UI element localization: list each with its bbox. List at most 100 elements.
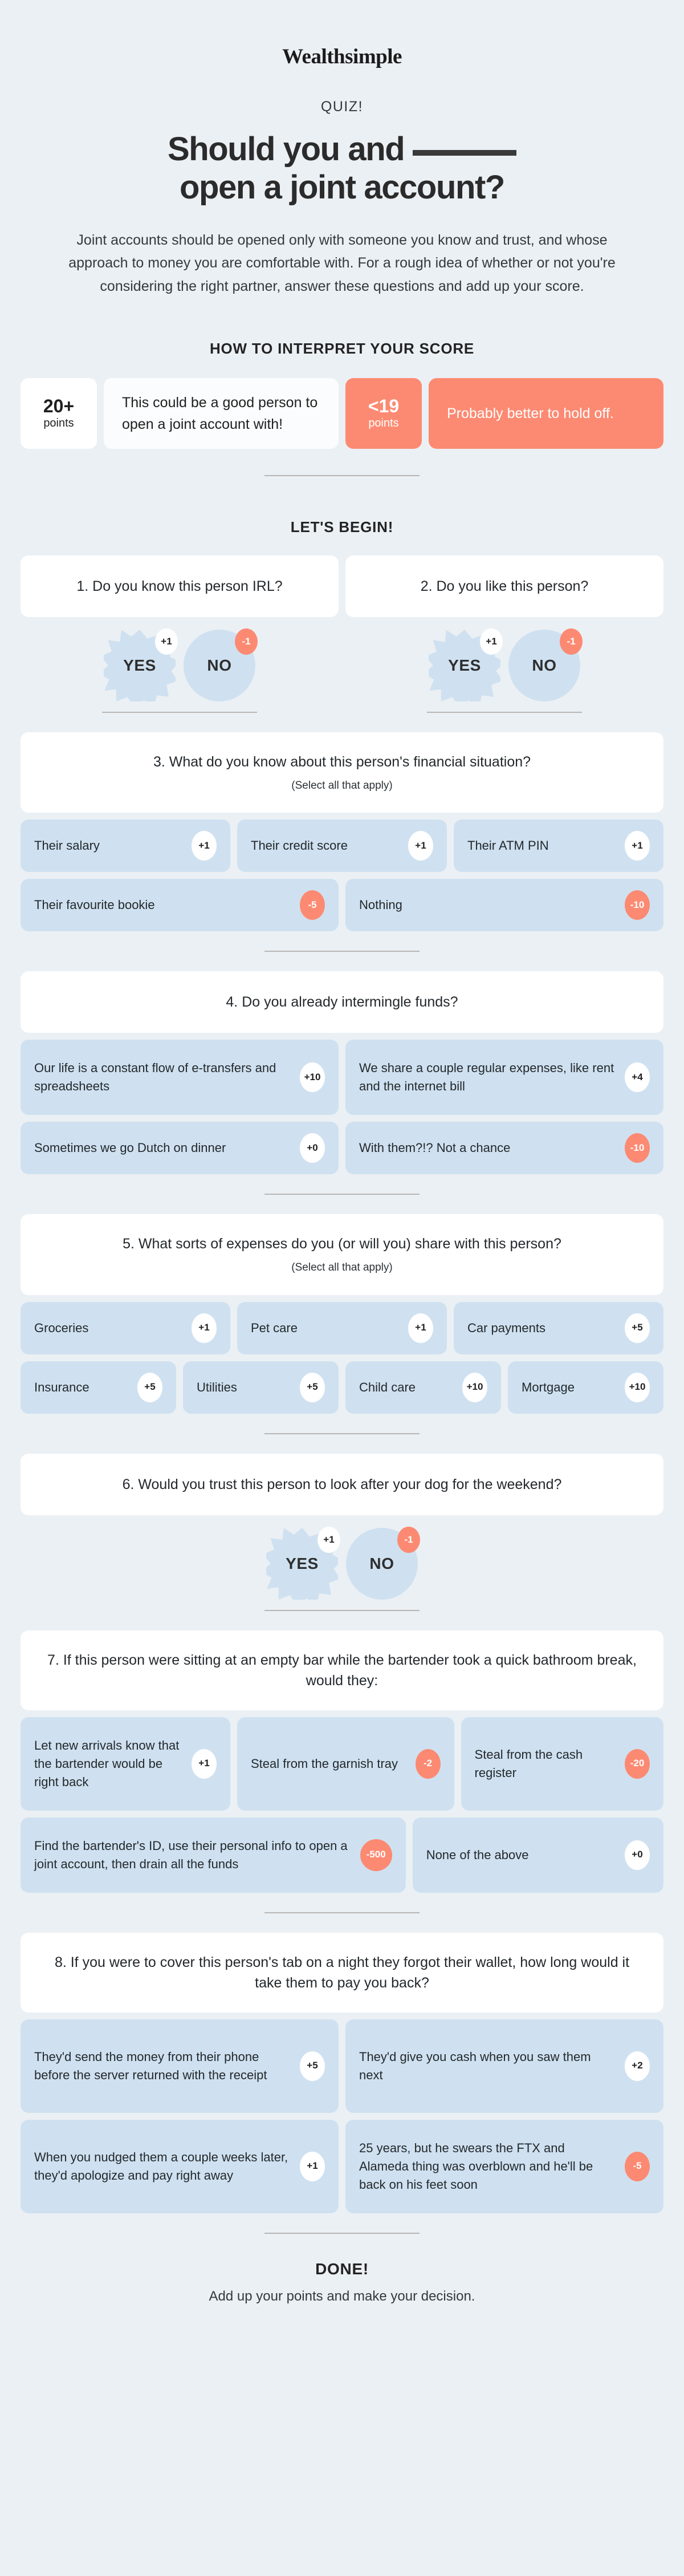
points-badge: +10 — [625, 1372, 650, 1402]
points-badge-no-q6: -1 — [397, 1526, 420, 1553]
option-label: None of the above — [426, 1847, 529, 1862]
no-option-q1[interactable]: NO -1 — [184, 628, 258, 702]
option-label: When you nudged them a couple weeks late… — [34, 2149, 288, 2182]
option-q4-go-dutch[interactable]: Sometimes we go Dutch on dinner +0 — [21, 1122, 339, 1175]
no-label-q1: NO — [207, 656, 232, 675]
points-badge: +4 — [625, 1062, 650, 1093]
option-q8-nudged-apologize[interactable]: When you nudged them a couple weeks late… — [21, 2119, 339, 2213]
question-label-q5: 5. What sorts of expenses do you (or wil… — [123, 1236, 561, 1252]
option-q3-bookie[interactable]: Their favourite bookie -5 — [21, 879, 339, 932]
option-q3-salary[interactable]: Their salary +1 — [21, 820, 230, 873]
question-label-q6: 6. Would you trust this person to look a… — [122, 1476, 562, 1492]
option-q5-groceries[interactable]: Groceries +1 — [21, 1301, 230, 1354]
points-badge: +5 — [137, 1372, 162, 1402]
points-badge-yes-q6: +1 — [317, 1526, 340, 1553]
quiz-kicker: QUIZ! — [320, 99, 364, 115]
option-row: Groceries +1 Pet care +1 Car payments +5 — [21, 1301, 663, 1354]
question-text-q2: 2. Do you like this person? — [345, 555, 663, 618]
option-q4-regular-expenses[interactable]: We share a couple regular expenses, like… — [345, 1040, 663, 1115]
divider — [264, 1912, 420, 1913]
option-q5-car-payments[interactable]: Car payments +5 — [454, 1301, 663, 1354]
question-text-q4: 4. Do you already intermingle funds? — [21, 971, 663, 1033]
option-q4-not-a-chance[interactable]: With them?!? Not a chance -10 — [345, 1122, 663, 1175]
option-label: Their salary — [34, 838, 100, 853]
yes-option-q6[interactable]: YES +1 — [266, 1526, 340, 1600]
option-label: Child care — [359, 1380, 416, 1394]
points-badge: +1 — [192, 1313, 217, 1343]
option-label: Steal from the cash register — [474, 1747, 583, 1780]
yes-label-q1: YES — [123, 656, 156, 675]
option-q5-insurance[interactable]: Insurance +5 — [21, 1361, 176, 1414]
wealthsimple-logo: Wealthsimple — [282, 45, 402, 68]
option-q5-mortgage[interactable]: Mortgage +10 — [508, 1361, 663, 1414]
option-row: When you nudged them a couple weeks late… — [21, 2119, 663, 2213]
option-row: Our life is a constant flow of e-transfe… — [21, 1040, 663, 1115]
option-q3-credit-score[interactable]: Their credit score +1 — [237, 820, 447, 873]
question-block-q2: 2. Do you like this person? YES +1 NO -1 — [345, 555, 663, 713]
points-badge: -5 — [625, 2151, 650, 2181]
points-badge: +10 — [300, 1062, 325, 1093]
option-q7-cash-register[interactable]: Steal from the cash register -20 — [461, 1717, 663, 1811]
yes-option-q1[interactable]: YES +1 — [104, 628, 178, 702]
option-q5-utilities[interactable]: Utilities +5 — [183, 1361, 339, 1414]
option-label: Let new arrivals know that the bartender… — [34, 1738, 180, 1789]
option-q7-let-arrivals-know[interactable]: Let new arrivals know that the bartender… — [21, 1717, 230, 1811]
points-badge: +1 — [300, 2151, 325, 2181]
option-q7-none-of-above[interactable]: None of the above +0 — [412, 1817, 663, 1893]
points-badge: +5 — [300, 2051, 325, 2081]
option-label: Steal from the garnish tray — [251, 1756, 398, 1771]
option-q8-25-years-ftx[interactable]: 25 years, but he swears the FTX and Alam… — [345, 2119, 663, 2213]
option-row: Sometimes we go Dutch on dinner +0 With … — [21, 1122, 663, 1175]
option-q5-child-care[interactable]: Child care +10 — [345, 1361, 501, 1414]
option-q3-atm-pin[interactable]: Their ATM PIN +1 — [454, 820, 663, 873]
option-q8-send-from-phone[interactable]: They'd send the money from their phone b… — [21, 2019, 339, 2113]
points-badge: +1 — [408, 831, 433, 861]
option-label: Our life is a constant flow of e-transfe… — [34, 1061, 276, 1094]
question-text-q6: 6. Would you trust this person to look a… — [21, 1453, 663, 1515]
option-q8-cash-next-time[interactable]: They'd give you cash when you saw them n… — [345, 2019, 663, 2113]
score-threshold-good: 20+ points — [21, 378, 97, 449]
score-threshold-value-bad: <19 — [368, 395, 400, 416]
page-title: Should you and open a joint account? — [57, 130, 627, 207]
option-row: Their salary +1 Their credit score +1 Th… — [21, 820, 663, 873]
yes-option-q2[interactable]: YES +1 — [429, 628, 503, 702]
question-subtext-q3: (Select all that apply) — [291, 780, 393, 792]
no-label-q6: NO — [369, 1554, 394, 1572]
question-text-q5: 5. What sorts of expenses do you (or wil… — [21, 1214, 663, 1295]
option-q3-nothing[interactable]: Nothing -10 — [345, 879, 663, 932]
option-q7-drain-funds[interactable]: Find the bartender's ID, use their perso… — [21, 1817, 406, 1893]
divider — [264, 1194, 420, 1195]
question-label-q1: 1. Do you know this person IRL? — [76, 578, 283, 595]
score-threshold-unit-good: points — [43, 417, 74, 430]
points-badge: +1 — [408, 1313, 433, 1343]
question-label-q8: 8. If you were to cover this person's ta… — [54, 1954, 630, 1991]
option-row: Find the bartender's ID, use their perso… — [21, 1817, 663, 1893]
yes-no-group-q1: YES +1 NO -1 — [21, 617, 339, 712]
score-threshold-value-good: 20+ — [43, 395, 75, 416]
question-pair-1-2: 1. Do you know this person IRL? YES +1 N… — [21, 555, 663, 713]
points-badge-yes-q2: +1 — [480, 628, 503, 655]
option-q4-constant-flow[interactable]: Our life is a constant flow of e-transfe… — [21, 1040, 339, 1115]
yes-no-group-q6: YES +1 NO -1 — [21, 1515, 663, 1610]
question-text-q1: 1. Do you know this person IRL? — [21, 555, 339, 618]
points-badge: +0 — [300, 1133, 325, 1163]
divider — [427, 712, 582, 713]
no-option-q6[interactable]: NO -1 — [346, 1526, 420, 1600]
option-label: Groceries — [34, 1320, 89, 1335]
done-heading: DONE! — [315, 2259, 369, 2278]
option-label: 25 years, but he swears the FTX and Alam… — [359, 2140, 593, 2192]
no-option-q2[interactable]: NO -1 — [508, 628, 583, 702]
points-badge: -500 — [360, 1839, 392, 1871]
option-q5-pet-care[interactable]: Pet care +1 — [237, 1301, 447, 1354]
points-badge: -20 — [625, 1749, 650, 1779]
score-section-heading: HOW TO INTERPRET YOUR SCORE — [209, 340, 475, 358]
question-label-q7: 7. If this person were sitting at an emp… — [47, 1652, 637, 1689]
option-label: Their ATM PIN — [467, 838, 549, 853]
option-row: They'd send the money from their phone b… — [21, 2019, 663, 2113]
question-block-q1: 1. Do you know this person IRL? YES +1 N… — [21, 555, 339, 713]
option-label: Sometimes we go Dutch on dinner — [34, 1141, 226, 1155]
option-q7-garnish-tray[interactable]: Steal from the garnish tray -2 — [237, 1717, 454, 1811]
yes-label-q6: YES — [286, 1554, 319, 1572]
score-key-good: 20+ points This could be a good person t… — [21, 378, 339, 449]
divider — [264, 951, 420, 952]
